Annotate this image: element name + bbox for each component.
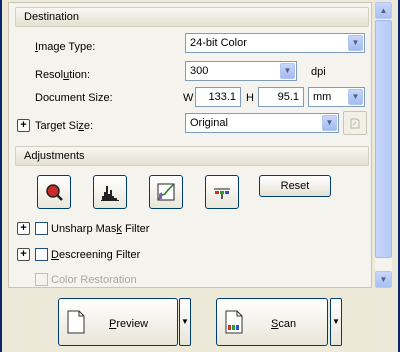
scan-settings-window: Destination Image Type: 24-bit Color ▼ R… bbox=[2, 0, 398, 352]
chevron-down-icon: ▼ bbox=[181, 317, 189, 326]
preview-options-button[interactable]: ▼ bbox=[179, 298, 191, 346]
expand-descreening-button[interactable]: + bbox=[17, 248, 30, 261]
scroll-up-arrow-icon[interactable]: ▲ bbox=[375, 2, 392, 19]
image-type-value: 24-bit Color bbox=[190, 37, 247, 49]
chevron-down-icon[interactable]: ▼ bbox=[348, 35, 363, 51]
auto-exposure-icon bbox=[46, 184, 63, 201]
chevron-down-icon[interactable]: ▼ bbox=[280, 63, 295, 79]
target-size-select[interactable]: Original ▼ bbox=[185, 113, 339, 133]
color-palette-button[interactable] bbox=[205, 175, 239, 209]
unit-select[interactable]: mm ▼ bbox=[308, 87, 365, 107]
rotate-icon bbox=[350, 118, 360, 129]
reset-button[interactable]: Reset bbox=[259, 175, 331, 197]
width-input[interactable]: 133.1 bbox=[195, 87, 241, 107]
height-label: H bbox=[246, 92, 254, 104]
orientation-button[interactable] bbox=[343, 111, 367, 135]
chevron-down-icon: ▼ bbox=[332, 317, 340, 326]
scan-label: Scan bbox=[271, 318, 297, 330]
image-type-select[interactable]: 24-bit Color ▼ bbox=[185, 33, 365, 53]
preview-button[interactable]: Preview bbox=[58, 298, 178, 346]
resolution-label: Resolution: bbox=[35, 69, 91, 81]
expand-target-size-button[interactable]: + bbox=[17, 119, 30, 132]
descreening-checkbox[interactable] bbox=[35, 248, 48, 261]
unsharp-mask-checkbox[interactable] bbox=[35, 222, 48, 235]
destination-header: Destination bbox=[15, 7, 369, 27]
scan-button[interactable]: Scan bbox=[216, 298, 328, 346]
width-label: W bbox=[183, 92, 194, 104]
image-type-label: Image Type: bbox=[35, 41, 96, 53]
expand-unsharp-mask-button[interactable]: + bbox=[17, 222, 30, 235]
vertical-scrollbar[interactable]: ▲ ▼ bbox=[375, 2, 392, 288]
scan-page-icon bbox=[225, 310, 243, 334]
histogram-adjustment-button[interactable] bbox=[93, 175, 127, 209]
resolution-select[interactable]: 300 ▼ bbox=[185, 61, 297, 81]
target-size-label: Target Size: bbox=[35, 120, 94, 132]
document-size-label: Document Size: bbox=[35, 92, 113, 104]
scrollbar-thumb[interactable] bbox=[375, 20, 392, 258]
color-restoration-label: Color Restoration bbox=[51, 274, 137, 286]
height-input[interactable]: 95.1 bbox=[258, 87, 304, 107]
resolution-value: 300 bbox=[190, 65, 209, 77]
chevron-down-icon[interactable]: ▼ bbox=[322, 115, 337, 131]
adjustments-header: Adjustments bbox=[15, 146, 369, 166]
resolution-unit: dpi bbox=[311, 66, 326, 78]
unsharp-mask-label: Unsharp Mask Filter bbox=[51, 223, 150, 235]
preview-label: Preview bbox=[109, 318, 149, 330]
descreening-label: Descreening Filter bbox=[51, 249, 141, 261]
scroll-down-arrow-icon[interactable]: ▼ bbox=[375, 271, 392, 288]
tone-correction-button[interactable] bbox=[149, 175, 183, 209]
adjustments-header-label: Adjustments bbox=[24, 150, 85, 162]
unit-value: mm bbox=[313, 91, 332, 103]
auto-exposure-button[interactable] bbox=[37, 175, 71, 209]
color-palette-icon bbox=[214, 188, 230, 199]
target-size-value: Original bbox=[190, 117, 228, 129]
color-restoration-checkbox[interactable] bbox=[35, 273, 48, 286]
histogram-icon bbox=[101, 186, 119, 201]
chevron-down-icon[interactable]: ▼ bbox=[348, 89, 363, 105]
settings-panel: Destination Image Type: 24-bit Color ▼ R… bbox=[8, 2, 372, 288]
tone-curve-icon bbox=[157, 183, 175, 201]
page-icon bbox=[67, 310, 85, 334]
destination-header-label: Destination bbox=[24, 11, 80, 23]
scan-options-button[interactable]: ▼ bbox=[330, 298, 342, 346]
